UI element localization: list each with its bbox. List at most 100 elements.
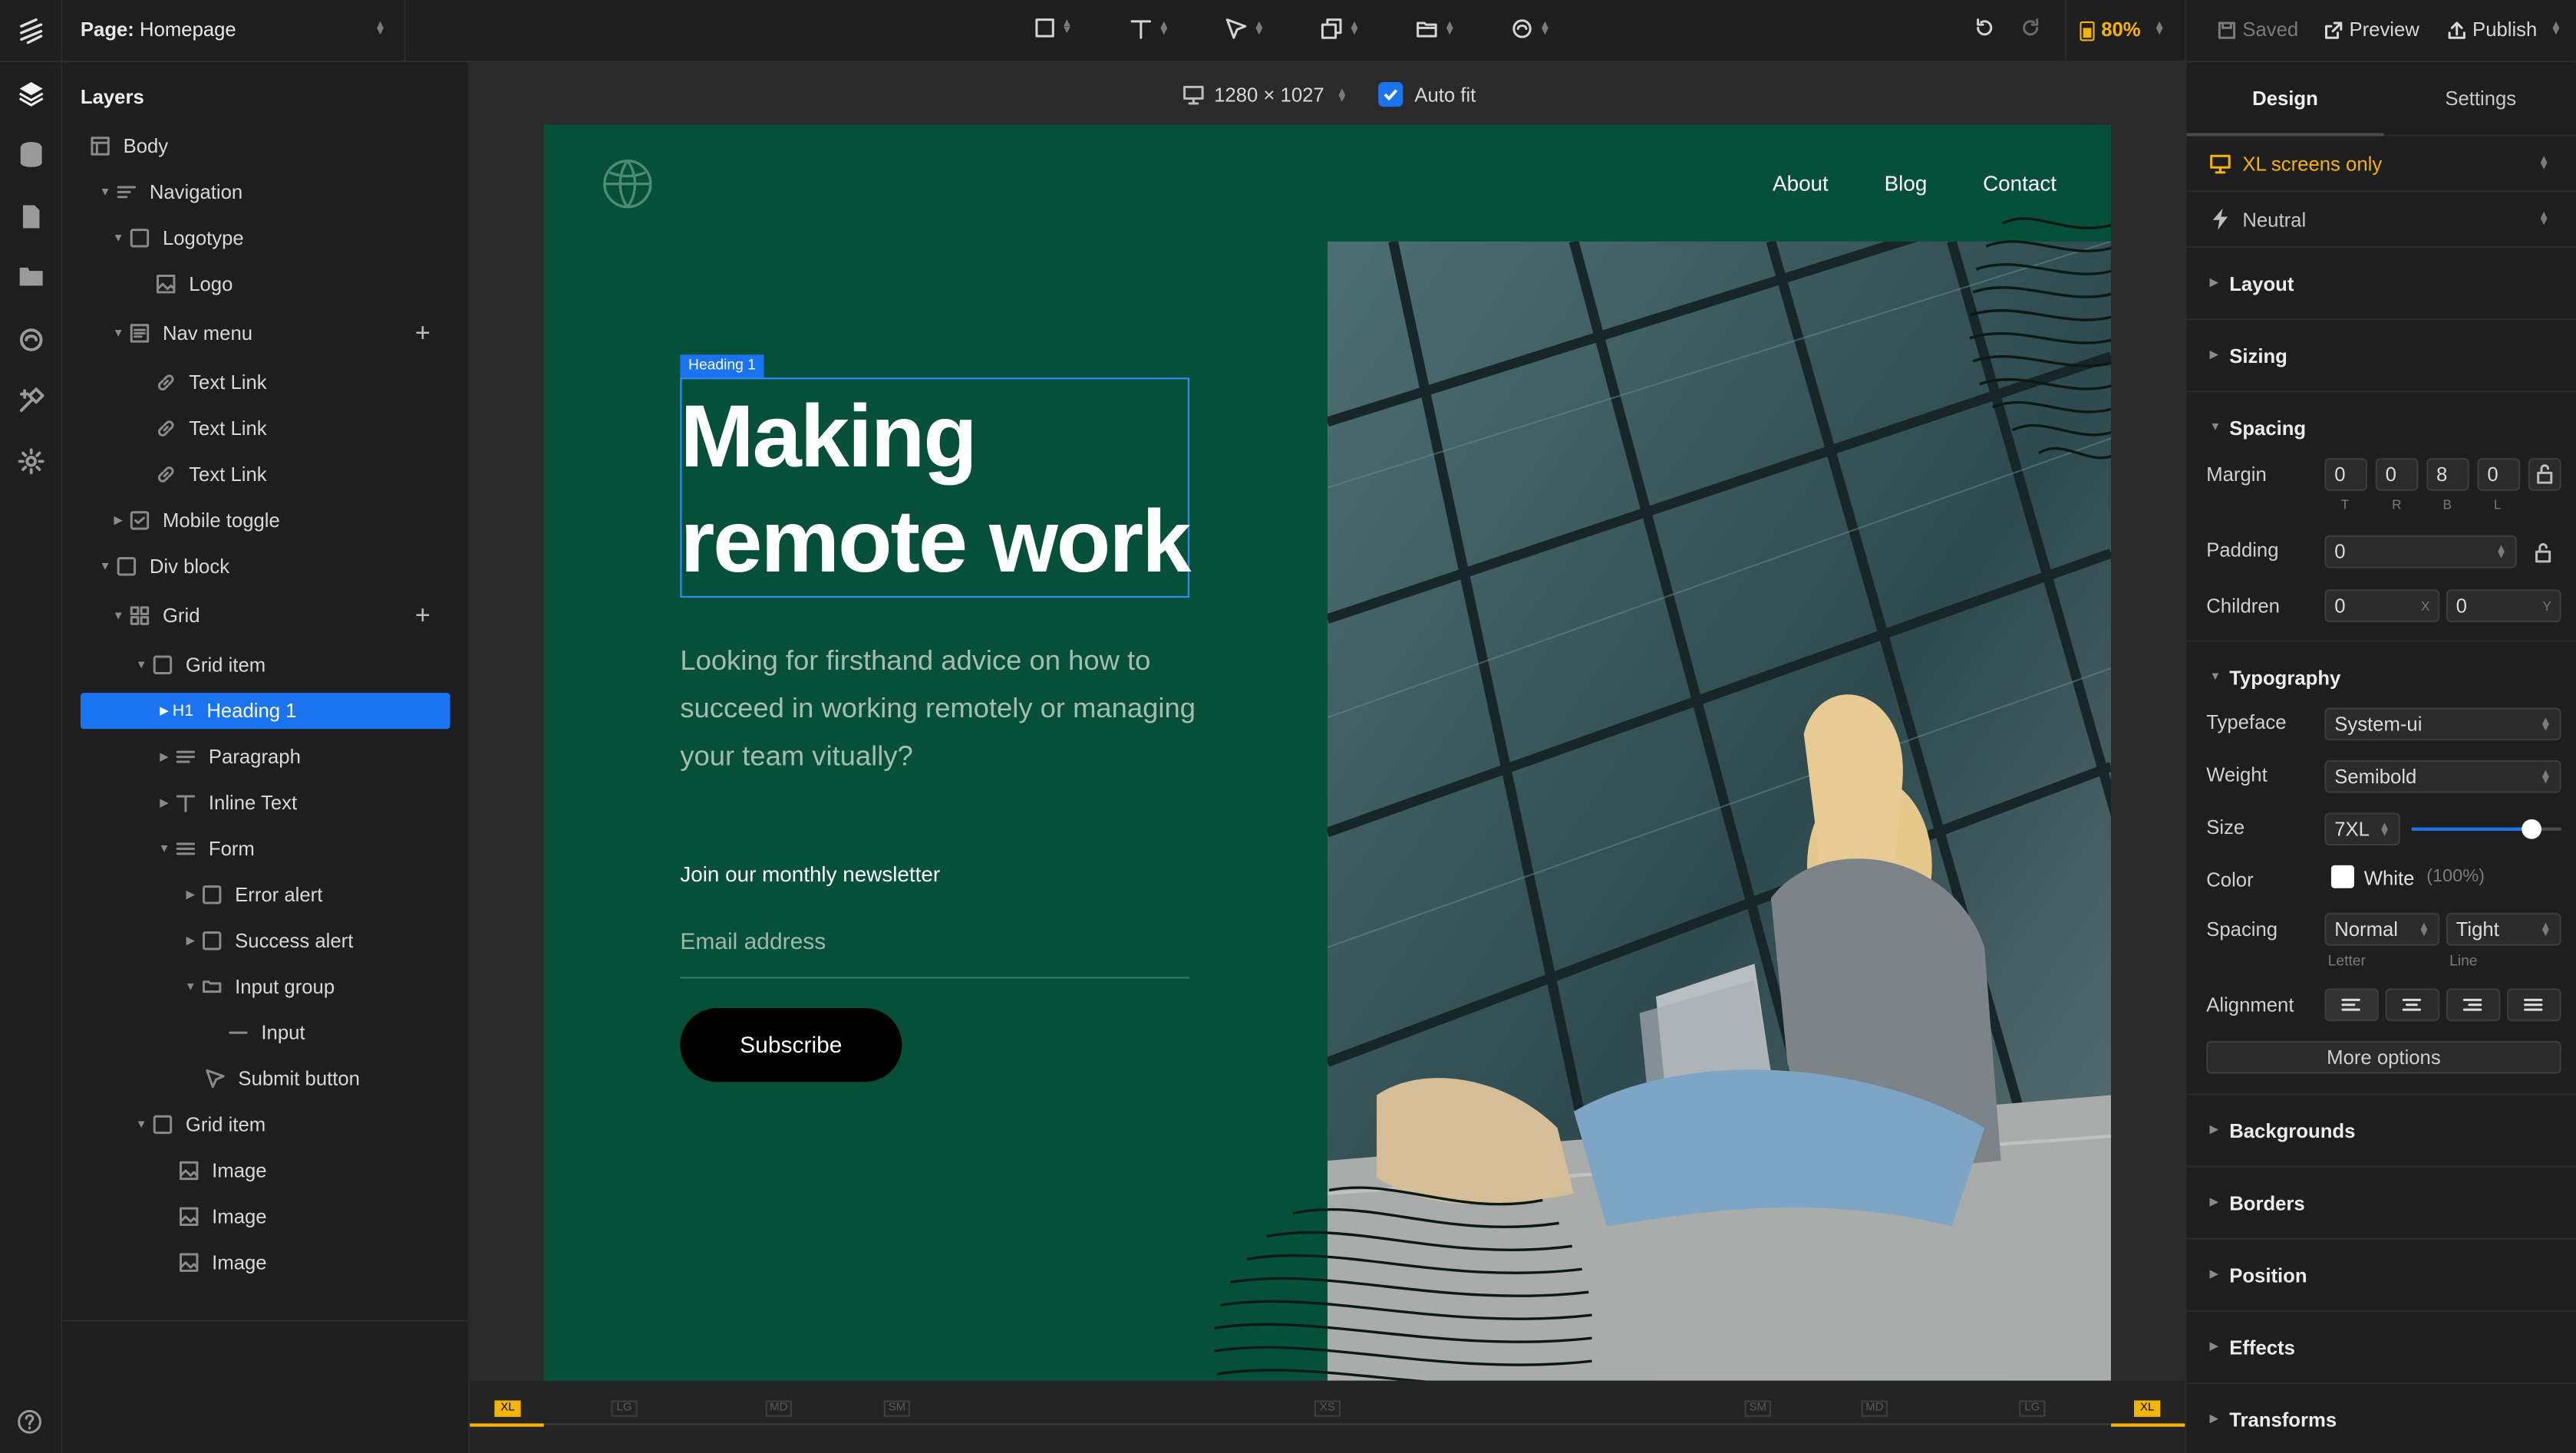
breakpoint-xs[interactable]: XS <box>1314 1400 1341 1417</box>
letter-spacing-select[interactable]: Normal ▲ ▼ <box>2324 912 2440 946</box>
settings-gear-icon[interactable] <box>16 446 46 476</box>
align-right-button[interactable] <box>2446 988 2501 1022</box>
size-slider[interactable] <box>2411 819 2561 839</box>
breakpoint-xl-right[interactable]: XL <box>2134 1400 2161 1417</box>
layer-heading-1-selected[interactable]: ▶ H1 Heading 1 <box>80 693 450 730</box>
caret-down-icon[interactable]: ▼ <box>2210 422 2221 433</box>
layer-paragraph[interactable]: ▶ Paragraph <box>81 739 450 775</box>
caret-down-icon[interactable]: ▼ <box>97 561 113 572</box>
undo-button[interactable] <box>1974 18 1994 38</box>
breakpoint-lg-right[interactable]: LG <box>2019 1400 2046 1417</box>
text-tool[interactable]: ▲ ▼ <box>1130 18 1169 40</box>
layer-form[interactable]: ▼ Form <box>81 831 450 867</box>
layer-div-block[interactable]: ▼ Div block <box>81 549 450 585</box>
layer-logotype[interactable]: ▼ Logotype <box>81 220 450 256</box>
layer-text-link-2[interactable]: Text Link <box>81 410 450 446</box>
help-icon[interactable] <box>16 1409 42 1435</box>
state-selector[interactable]: Neutral ▲ ▼ <box>2186 192 2576 249</box>
breakpoint-lg[interactable]: LG <box>611 1400 638 1417</box>
caret-down-icon[interactable]: ▼ <box>183 981 199 993</box>
breakpoint-sm-right[interactable]: SM <box>1744 1400 1771 1417</box>
section-borders[interactable]: ▶ Borders <box>2186 1168 2576 1240</box>
interactions-icon[interactable] <box>16 325 46 355</box>
section-sizing[interactable]: ▶ Sizing <box>2186 320 2576 393</box>
folders-icon[interactable] <box>16 261 46 291</box>
margin-link-button[interactable] <box>2528 458 2561 491</box>
screens-selector[interactable]: XL screens only ▲ ▼ <box>2186 137 2576 193</box>
caret-right-icon[interactable]: ▶ <box>156 750 172 763</box>
caret-right-icon[interactable]: ▶ <box>156 796 172 809</box>
caret-right-icon[interactable]: ▶ <box>110 514 126 527</box>
margin-right-input[interactable]: 0 <box>2375 458 2419 491</box>
layer-grid-item-1[interactable]: ▼ Grid item <box>81 647 450 683</box>
zoom-selector[interactable]: 80% ▲ ▼ <box>2080 18 2165 41</box>
layer-inline-text[interactable]: ▶ Inline Text <box>81 785 450 821</box>
section-backgrounds[interactable]: ▶ Backgrounds <box>2186 1095 2576 1168</box>
publish-button[interactable]: Publish ▲ ▼ <box>2448 18 2561 41</box>
margin-top-input[interactable]: 0 <box>2324 458 2368 491</box>
brush-icon[interactable] <box>16 386 46 416</box>
database-icon[interactable] <box>16 140 46 170</box>
layer-success-alert[interactable]: ▶ Success alert <box>81 923 450 959</box>
caret-right-icon[interactable]: ▶ <box>156 704 172 717</box>
viewport-size-selector[interactable]: 1280 × 1027 ▲ ▼ <box>1214 84 1347 107</box>
size-slider-knob[interactable] <box>2521 819 2541 839</box>
align-center-button[interactable] <box>2385 988 2440 1022</box>
page-icon[interactable] <box>16 202 46 232</box>
components-tool[interactable]: ▲ ▼ <box>1321 18 1361 40</box>
layer-navigation[interactable]: ▼ Navigation <box>81 174 450 210</box>
unlock-icon[interactable] <box>2533 542 2553 563</box>
layer-image-1[interactable]: Image <box>81 1152 450 1188</box>
section-effects[interactable]: ▶ Effects <box>2186 1312 2576 1385</box>
children-x-input[interactable]: 0 X <box>2324 589 2440 623</box>
caret-down-icon[interactable]: ▼ <box>2210 671 2221 683</box>
layer-grid-item-2[interactable]: ▼ Grid item <box>81 1106 450 1142</box>
tab-settings[interactable]: Settings <box>2383 62 2576 136</box>
caret-down-icon[interactable]: ▼ <box>133 1119 149 1130</box>
caret-right-icon[interactable]: ▶ <box>183 888 199 901</box>
size-select[interactable]: 7XL ▲ ▼ <box>2324 812 2400 846</box>
caret-down-icon[interactable]: ▼ <box>110 328 126 339</box>
typeface-select[interactable]: System-ui ▲ ▼ <box>2324 707 2561 741</box>
caret-right-icon[interactable]: ▶ <box>183 934 199 947</box>
square-tool[interactable]: ▲ ▼ <box>1035 18 1073 38</box>
tab-design[interactable]: Design <box>2186 62 2384 137</box>
section-transforms[interactable]: ▶ Transforms <box>2187 1384 2576 1453</box>
layer-input-group[interactable]: ▼ Input group <box>81 969 450 1005</box>
layer-text-link-1[interactable]: Text Link <box>81 364 450 400</box>
align-left-button[interactable] <box>2324 988 2380 1022</box>
breakpoint-md-right[interactable]: MD <box>1861 1400 1888 1417</box>
layer-error-alert[interactable]: ▶ Error alert <box>81 877 450 913</box>
redo-button[interactable] <box>2020 18 2040 38</box>
caret-down-icon[interactable]: ▼ <box>156 843 172 855</box>
caret-down-icon[interactable]: ▼ <box>97 186 113 198</box>
nav-link-blog[interactable]: Blog <box>1885 171 1928 196</box>
interaction-tool[interactable]: ▲ ▼ <box>1225 18 1265 40</box>
site-logo-icon[interactable] <box>602 157 655 209</box>
breakpoint-sm[interactable]: SM <box>883 1400 911 1417</box>
add-child-button[interactable]: + <box>415 320 430 350</box>
app-logo-icon[interactable] <box>16 16 46 46</box>
caret-down-icon[interactable]: ▼ <box>110 610 126 621</box>
children-y-input[interactable]: 0 Y <box>2446 589 2561 623</box>
layer-logo[interactable]: Logo <box>81 266 450 302</box>
line-height-select[interactable]: Tight ▲ ▼ <box>2446 912 2561 946</box>
section-position[interactable]: ▶ Position <box>2186 1240 2576 1312</box>
email-input[interactable]: Email address <box>680 923 1190 979</box>
weight-select[interactable]: Semibold ▲ ▼ <box>2324 759 2561 793</box>
breakpoint-md[interactable]: MD <box>765 1400 792 1417</box>
breakpoint-xl-left[interactable]: XL <box>494 1400 521 1417</box>
layer-input[interactable]: Input <box>81 1015 450 1051</box>
layer-text-link-3[interactable]: Text Link <box>81 456 450 493</box>
nav-link-about[interactable]: About <box>1773 171 1829 196</box>
hero-heading[interactable]: Making remote work <box>680 384 1191 595</box>
preview-button[interactable]: Preview <box>2324 18 2419 41</box>
color-swatch[interactable] <box>2330 865 2354 888</box>
caret-down-icon[interactable]: ▼ <box>133 659 149 670</box>
margin-bottom-input[interactable]: 8 <box>2426 458 2469 491</box>
layer-nav-menu[interactable]: ▼ Nav menu + <box>81 315 450 351</box>
section-layout[interactable]: ▶ Layout <box>2186 248 2576 321</box>
add-child-button[interactable]: + <box>415 602 430 632</box>
caret-down-icon[interactable]: ▼ <box>110 232 126 244</box>
layer-mobile-toggle[interactable]: ▶ Mobile toggle <box>81 502 450 539</box>
